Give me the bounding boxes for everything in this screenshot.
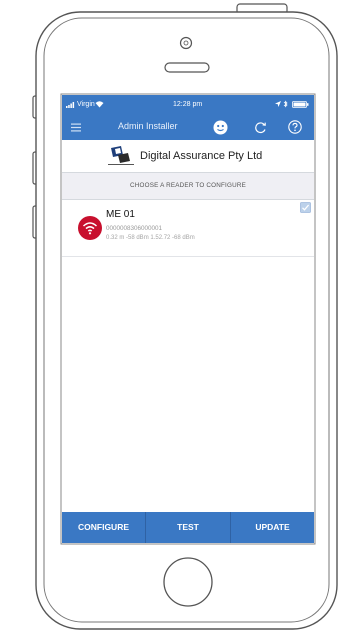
reader-signal-info: 0.32 m -58 dBm 1.52.72 -68 dBm <box>106 235 195 241</box>
bottom-action-bar: CONFIGURE TEST UPDATE <box>62 512 314 543</box>
refresh-icon[interactable] <box>254 121 267 134</box>
test-button[interactable]: TEST <box>146 512 230 543</box>
section-title: CHOOSE A READER TO CONFIGURE <box>130 182 246 189</box>
menu-icon[interactable] <box>71 123 81 132</box>
help-icon[interactable] <box>288 120 302 134</box>
update-button[interactable]: UPDATE <box>231 512 314 543</box>
app-title: Admin Installer <box>118 121 178 131</box>
wifi-status-icon <box>95 101 104 108</box>
company-logo <box>108 146 134 165</box>
location-icon <box>275 101 281 107</box>
reader-name: ME 01 <box>106 209 135 220</box>
wifi-icon <box>78 216 102 240</box>
app-screen: Virgin 12:28 pm Admin Installer Digital … <box>62 95 314 543</box>
battery-icon <box>292 101 309 108</box>
status-time: 12:28 pm <box>173 101 203 108</box>
section-header: CHOOSE A READER TO CONFIGURE <box>62 173 314 200</box>
user-status-icon[interactable] <box>213 120 228 135</box>
reader-id: 0000008306000001 <box>106 225 163 232</box>
app-bar: Admin Installer <box>62 115 314 140</box>
reader-list-item[interactable]: ME 01 0000008306000001 0.32 m -58 dBm 1.… <box>62 200 314 257</box>
checkbox-checked-icon[interactable] <box>300 202 311 213</box>
bluetooth-icon <box>283 100 288 108</box>
status-bar: Virgin 12:28 pm <box>62 95 314 115</box>
carrier-label: Virgin <box>77 101 95 108</box>
configure-button[interactable]: CONFIGURE <box>62 512 145 543</box>
brand-header: Digital Assurance Pty Ltd <box>62 140 314 173</box>
signal-icon <box>66 102 75 108</box>
company-name: Digital Assurance Pty Ltd <box>140 150 263 162</box>
